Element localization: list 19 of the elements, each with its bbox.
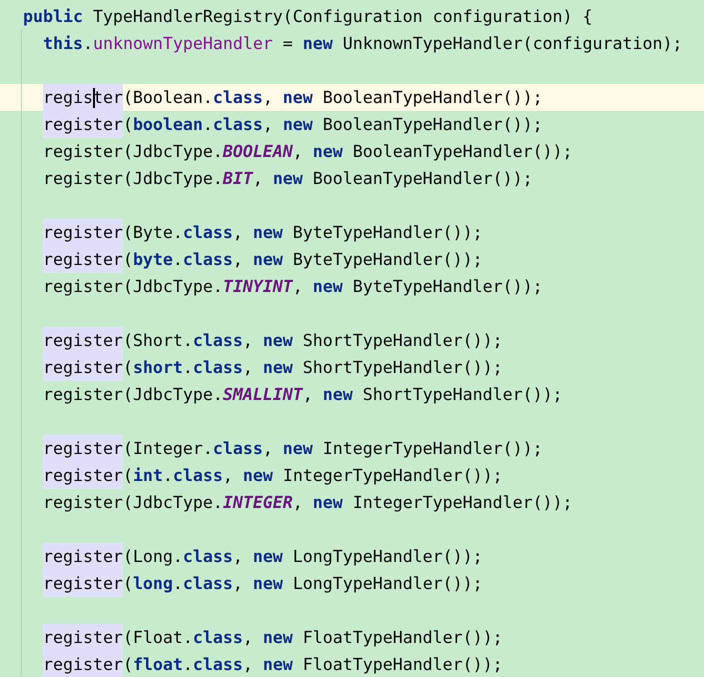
code-line: public TypeHandlerRegistry(Configuration configuration) {	[23, 6, 592, 28]
code-line: this.unknownTypeHandler = new UnknownTypeHandler(configuration);	[43, 33, 682, 55]
code-line: register(boolean.class, new BooleanTypeHandler());	[43, 111, 543, 138]
code-line: register(short.class, new ShortTypeHandler());	[43, 354, 503, 381]
code-line: register(Byte.class, new ByteTypeHandler());	[43, 219, 483, 246]
code-line: register(JdbcType.TINYINT, new ByteTypeHandler());	[43, 276, 543, 298]
code-line: register(JdbcType.INTEGER, new IntegerTypeHandler());	[43, 492, 573, 514]
code-line: register(JdbcType.BIT, new BooleanTypeHandler());	[43, 168, 533, 190]
code-line: register(JdbcType.SMALLINT, new ShortTypeHandler());	[43, 384, 563, 406]
code-line: regis ter(Boolean.class, new BooleanTypeHandler());	[43, 84, 543, 111]
code-line: register(Integer.class, new IntegerTypeHandler());	[43, 435, 543, 462]
code-line: register(Long.class, new LongTypeHandler());	[43, 543, 483, 570]
code-line: register(Float.class, new FloatTypeHandler());	[43, 624, 503, 651]
code-line: register(Short.class, new ShortTypeHandler());	[43, 327, 503, 354]
code-line: register(int.class, new IntegerTypeHandler());	[43, 462, 503, 489]
code-line: register(long.class, new LongTypeHandler());	[43, 570, 483, 597]
code-line: register(float.class, new FloatTypeHandler());	[43, 651, 503, 677]
code-line: register(byte.class, new ByteTypeHandler());	[43, 246, 483, 273]
code-line: register(JdbcType.BOOLEAN, new BooleanTypeHandler());	[43, 141, 573, 163]
